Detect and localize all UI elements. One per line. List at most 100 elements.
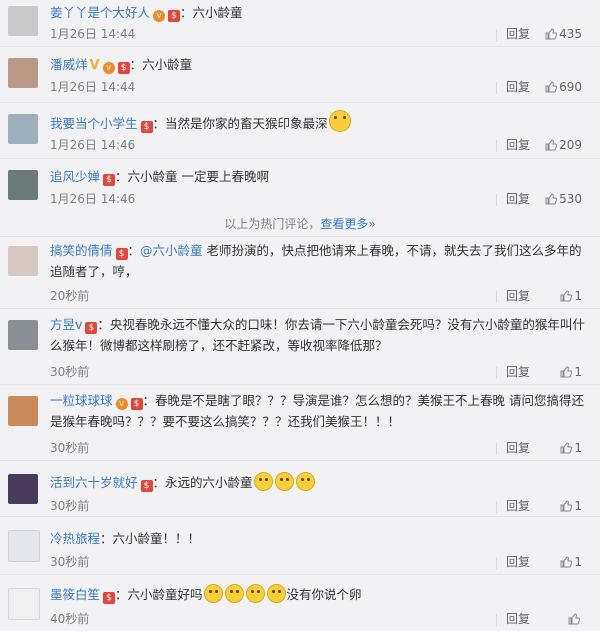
reply-button[interactable]: 回复 — [495, 26, 530, 42]
reply-button[interactable]: 回复 — [495, 288, 530, 304]
thumbs-up-icon — [545, 81, 558, 93]
username-link[interactable]: 冷热旅程 — [50, 531, 100, 546]
avatar[interactable] — [8, 396, 38, 426]
reply-button[interactable]: 回复 — [495, 79, 530, 95]
like-button[interactable]: 530 — [545, 191, 582, 207]
red-envelope-badge-icon: $ — [103, 174, 116, 186]
avatar[interactable] — [8, 58, 38, 88]
username-link[interactable]: 姜丫丫是个大好人 — [50, 5, 150, 20]
red-envelope-badge-icon: $ — [85, 322, 98, 334]
avatar[interactable] — [8, 530, 40, 562]
username-link[interactable]: 一粒球球球 — [50, 393, 113, 408]
smile-emoji-icon — [245, 584, 265, 603]
like-count: 1 — [574, 289, 582, 303]
comment-item: 姜丫丫是个大好人 v $ ：六小龄童 1月26日 14:44 回复 435 — [0, 0, 600, 46]
like-button[interactable]: 1 — [560, 288, 582, 304]
red-envelope-badge-icon: $ — [130, 398, 143, 410]
avatar[interactable] — [8, 320, 38, 350]
comment-meta: 1月26日 14:46 回复 530 — [50, 191, 590, 207]
username-link[interactable]: 搞笑的倩倩 — [50, 243, 113, 258]
comment-item: 冷热旅程：六小龄童！！！ 30秒前 回复 1 — [0, 516, 600, 574]
reply-button[interactable]: 回复 — [495, 554, 530, 570]
avatar[interactable] — [8, 474, 38, 504]
comment-body-tail: 没有你说个卵 — [286, 587, 362, 602]
avatar[interactable] — [8, 170, 38, 200]
username-link[interactable]: 追风少婵 — [50, 169, 100, 184]
like-count: 530 — [559, 192, 582, 206]
username-link[interactable]: 潘威烊 — [50, 57, 88, 72]
like-count: 1 — [574, 441, 582, 455]
comment-body: ：六小龄童 — [180, 5, 243, 20]
comment-time: 20秒前 — [50, 289, 90, 303]
comment-meta: 30秒前 回复 1 — [50, 364, 590, 380]
like-button[interactable]: 690 — [545, 79, 582, 95]
comment-body: ：六小龄童！！！ — [100, 531, 201, 546]
comment-body: ：央视春晚永远不懂大众的口味！你去请一下六小龄童会死吗？没有六小龄童的猴年叫什么… — [50, 317, 585, 353]
red-envelope-badge-icon: $ — [117, 62, 130, 74]
divider — [0, 308, 600, 309]
like-button[interactable]: 1 — [560, 498, 582, 514]
smile-emoji-icon — [224, 584, 244, 603]
thumbs-up-icon — [560, 500, 573, 512]
vip-icon: v — [115, 398, 128, 410]
divider — [0, 516, 600, 517]
username-link[interactable]: 墨筱白笙 — [50, 587, 100, 602]
avatar[interactable] — [8, 588, 40, 620]
like-count: 209 — [559, 138, 582, 152]
like-button[interactable]: 1 — [560, 554, 582, 570]
comment-text-row: 追风少婵 $ ：六小龄童 一定要上春晚啊 — [50, 166, 590, 187]
comment-item: 潘威烊 Vv $ ：六小龄童 1月26日 14:44 回复 690 — [0, 46, 600, 102]
avatar[interactable] — [8, 6, 38, 36]
thumbs-up-icon — [545, 139, 558, 151]
username-link[interactable]: 方昱v — [50, 317, 82, 332]
reply-button[interactable]: 回复 — [495, 440, 530, 456]
comment-meta: 30秒前 回复 1 — [50, 554, 590, 570]
like-button[interactable]: 435 — [545, 26, 582, 42]
comment-meta: 1月26日 14:46 回复 209 — [50, 137, 590, 153]
thumbs-up-icon — [560, 442, 573, 454]
username-link[interactable]: 我要当个小学生 — [50, 116, 138, 131]
view-more-link[interactable]: 查看更多» — [320, 217, 375, 231]
comment-body: ：当然是你家的畜天猴印象最深 — [152, 116, 328, 131]
reply-button[interactable]: 回复 — [495, 611, 530, 627]
like-count: 1 — [574, 365, 582, 379]
comment-text-row: 潘威烊 Vv $ ：六小龄童 — [50, 54, 590, 76]
username-link[interactable]: 活到六十岁就好 — [50, 475, 138, 490]
comment-item: 方昱v $ ：央视春晚永远不懂大众的口味！你去请一下六小龄童会死吗？没有六小龄童的猴… — [0, 308, 600, 384]
comment-meta: 30秒前 回复 1 — [50, 440, 590, 456]
vip-icon: v — [102, 62, 115, 74]
reply-button[interactable]: 回复 — [495, 137, 530, 153]
avatar[interactable] — [8, 246, 38, 276]
reply-button[interactable]: 回复 — [495, 191, 530, 207]
like-button[interactable] — [568, 611, 582, 627]
like-button[interactable]: 1 — [560, 440, 582, 456]
comment-body: 老师扮演的，快点把他请来上春晚，不请，就失去了我们这么多年的追随者了，哼， — [50, 243, 582, 279]
thumbs-up-icon — [568, 613, 580, 625]
avatar[interactable] — [8, 114, 38, 144]
comment-text-row: 姜丫丫是个大好人 v $ ：六小龄童 — [50, 2, 590, 23]
comment-body: ：春晚是不是瞎了眼？？？导演是谁？怎么想的？美猴王不上春晚 请问您搞得还是猴年春… — [50, 393, 584, 429]
comment-time: 1月26日 14:46 — [50, 138, 136, 152]
like-button[interactable]: 1 — [560, 364, 582, 380]
comment-body: ：六小龄童 — [129, 57, 193, 72]
smile-emoji-icon — [328, 110, 351, 132]
divider — [0, 46, 600, 47]
comment-text-row: 我要当个小学生 $ ：当然是你家的畜天猴印象最深 — [50, 110, 590, 134]
comment-time: 30秒前 — [50, 555, 90, 569]
like-button[interactable]: 209 — [545, 137, 582, 153]
comment-time: 1月26日 14:44 — [50, 80, 136, 94]
hot-comments-label: 以上为热门评论， — [224, 217, 321, 231]
divider — [0, 102, 600, 103]
mention-link[interactable]: @六小龄童 — [140, 243, 203, 258]
divider — [0, 236, 600, 237]
reply-button[interactable]: 回复 — [495, 364, 530, 380]
comment-meta: 1月26日 14:44 回复 435 — [50, 26, 590, 42]
comment-text-row: 墨筱白笙 $ ：六小龄童好吗 没有你说个卵 — [50, 584, 590, 605]
reply-button[interactable]: 回复 — [495, 498, 530, 514]
comment-body: ：六小龄童好吗 — [115, 587, 203, 602]
like-count: 435 — [559, 27, 582, 41]
thumbs-up-icon — [545, 28, 558, 40]
thumbs-up-icon — [560, 556, 573, 568]
like-count: 690 — [559, 80, 582, 94]
red-envelope-badge-icon: $ — [168, 10, 181, 22]
